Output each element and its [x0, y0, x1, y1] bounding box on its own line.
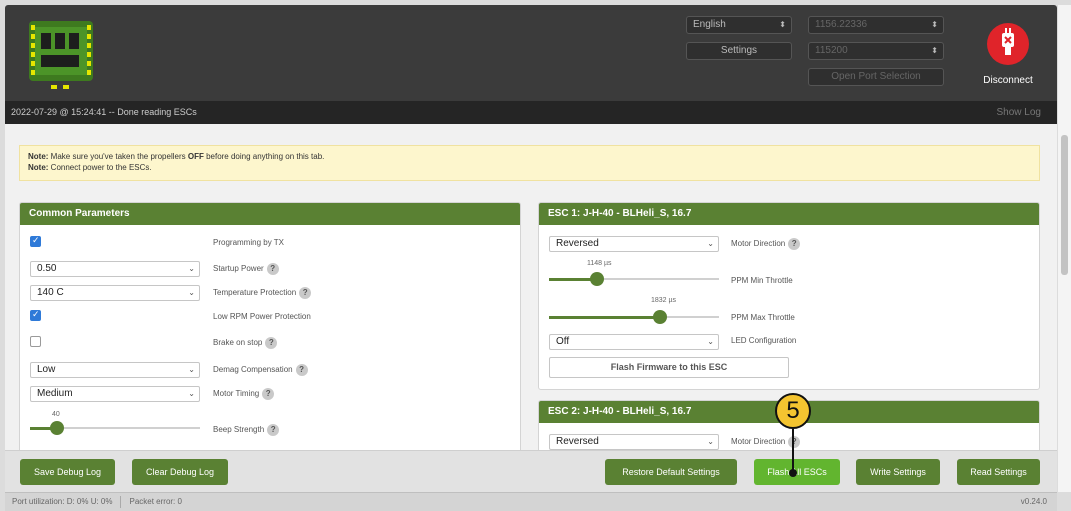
footer-toolbar: Save Debug Log Clear Debug Log Restore D… — [5, 450, 1057, 492]
port-select[interactable]: 1156.22336 ⬍ — [808, 16, 944, 34]
help-icon[interactable]: ? — [295, 364, 308, 376]
help-icon[interactable]: ? — [788, 238, 801, 250]
temperature-value: 140 C — [37, 287, 64, 298]
chevron-updown-icon: ⬍ — [931, 20, 938, 29]
chevron-down-icon: ⌄ — [188, 264, 195, 273]
help-icon[interactable]: ? — [262, 388, 275, 400]
divider — [120, 495, 122, 508]
scrollbar-thumb[interactable] — [1061, 135, 1068, 275]
settings-button[interactable]: Settings — [686, 42, 792, 60]
motor-timing-select[interactable]: Medium ⌄ — [30, 386, 200, 402]
port-value: 1156.22336 — [815, 19, 868, 30]
esc1-max-throttle-slider[interactable] — [652, 310, 667, 324]
chevron-down-icon: ⌄ — [188, 365, 195, 374]
annotation-step-badge: 5 — [775, 393, 811, 429]
programming-by-tx-label: Programming by TX — [213, 238, 284, 247]
annotation-pointer-dot — [789, 469, 797, 477]
show-log-link[interactable]: Show Log — [997, 101, 1041, 124]
esc1-title: ESC 1: J-H-40 - BLHeli_S, 16.7 — [539, 203, 1039, 225]
esc1-max-throttle-fill — [549, 316, 660, 319]
scrollbar[interactable] — [1058, 5, 1071, 492]
beep-strength-label: Beep Strength? — [213, 424, 280, 436]
language-value: English — [693, 19, 726, 30]
esc1-min-throttle-slider[interactable] — [589, 272, 604, 286]
esc1-min-throttle-label: PPM Min Throttle — [731, 276, 793, 285]
help-icon[interactable]: ? — [267, 424, 280, 436]
esc2-direction-value: Reversed — [556, 436, 599, 447]
esc1-led-config-select[interactable]: Off ⌄ — [549, 334, 719, 350]
esc1-panel: ESC 1: J-H-40 - BLHeli_S, 16.7 Reversed ⌄… — [538, 202, 1040, 390]
baud-select[interactable]: 115200 ⬍ — [808, 42, 944, 60]
esc2-motor-direction-label: Motor Direction? — [731, 436, 801, 448]
esc1-min-throttle-value: 1148 µs — [587, 260, 612, 267]
port-utilization: Port utilization: D: 0% U: 0% — [12, 497, 113, 506]
chevron-down-icon: ⌄ — [188, 389, 195, 398]
write-settings-button[interactable]: Write Settings — [856, 459, 940, 485]
disconnect-label: Disconnect — [983, 75, 1033, 86]
help-icon[interactable]: ? — [788, 436, 801, 448]
help-icon[interactable]: ? — [299, 287, 312, 299]
help-icon[interactable]: ? — [266, 263, 279, 275]
temperature-protection-select[interactable]: 140 C ⌄ — [30, 285, 200, 301]
chevron-down-icon: ⌄ — [707, 239, 714, 248]
esc1-direction-value: Reversed — [556, 238, 599, 249]
startup-power-label: Startup Power? — [213, 263, 279, 275]
language-select[interactable]: English ⬍ — [686, 16, 792, 34]
main-content: Note: Make sure you've taken the propell… — [5, 124, 1057, 450]
usb-disconnect-icon — [987, 23, 1029, 65]
programming-by-tx-checkbox[interactable] — [30, 235, 41, 247]
temperature-protection-label: Temperature Protection? — [213, 287, 312, 299]
common-parameters-panel: Common Parameters Programming by TX 0.50… — [19, 202, 521, 450]
esc1-max-throttle-label: PPM Max Throttle — [731, 313, 795, 322]
disconnect-button[interactable]: Disconnect — [977, 19, 1039, 99]
startup-power-select[interactable]: 0.50 ⌄ — [30, 261, 200, 277]
beep-strength-value: 40 — [52, 411, 60, 418]
chevron-down-icon: ⌄ — [707, 337, 714, 346]
low-rpm-protection-checkbox[interactable] — [30, 309, 41, 321]
esc1-motor-direction-label: Motor Direction? — [731, 238, 801, 250]
read-settings-button[interactable]: Read Settings — [957, 459, 1040, 485]
esc-configurator-logo — [29, 21, 93, 89]
demag-value: Low — [37, 364, 56, 375]
note-line-1: Note: Make sure you've taken the propell… — [28, 152, 325, 161]
common-parameters-title: Common Parameters — [20, 203, 520, 225]
baud-value: 115200 — [815, 45, 848, 56]
beep-strength-slider[interactable] — [50, 421, 64, 435]
log-message: 2022-07-29 @ 15:24:41 -- Done reading ES… — [11, 107, 197, 117]
save-debug-log-button[interactable]: Save Debug Log — [20, 459, 115, 485]
clear-debug-log-button[interactable]: Clear Debug Log — [132, 459, 228, 485]
version-label: v0.24.0 — [1020, 497, 1047, 506]
open-port-selection-button[interactable]: Open Port Selection — [808, 68, 944, 86]
esc1-max-throttle-value: 1832 µs — [651, 297, 677, 304]
demag-compensation-label: Demag Compensation? — [213, 364, 308, 376]
log-bar: 2022-07-29 @ 15:24:41 -- Done reading ES… — [5, 101, 1057, 124]
demag-compensation-select[interactable]: Low ⌄ — [30, 362, 200, 378]
esc2-motor-direction-select[interactable]: Reversed ⌄ — [549, 434, 719, 450]
flash-firmware-esc-button[interactable]: Flash Firmware to this ESC — [549, 357, 789, 378]
chevron-updown-icon: ⬍ — [779, 20, 786, 29]
note-box: Note: Make sure you've taken the propell… — [19, 145, 1040, 181]
status-bar: Port utilization: D: 0% U: 0% Packet erro… — [5, 492, 1057, 511]
note-line-2: Note: Connect power to the ESCs. — [28, 163, 152, 172]
motor-timing-label: Motor Timing? — [213, 388, 275, 400]
esc1-motor-direction-select[interactable]: Reversed ⌄ — [549, 236, 719, 252]
esc1-led-value: Off — [556, 336, 570, 347]
low-rpm-protection-label: Low RPM Power Protection — [213, 312, 311, 321]
brake-on-stop-label: Brake on stop? — [213, 337, 278, 349]
chevron-updown-icon: ⬍ — [931, 46, 938, 55]
restore-default-settings-button[interactable]: Restore Default Settings — [605, 459, 737, 485]
help-icon[interactable]: ? — [265, 337, 278, 349]
annotation-pointer-line — [792, 429, 794, 472]
flash-all-escs-button[interactable]: Flash All ESCs — [754, 459, 840, 485]
startup-power-value: 0.50 — [37, 263, 57, 274]
packet-error: Packet error: 0 — [129, 497, 182, 506]
chevron-down-icon: ⌄ — [188, 288, 195, 297]
app-header: English ⬍ Settings 1156.22336 ⬍ 115200 ⬍… — [5, 5, 1057, 101]
brake-on-stop-checkbox[interactable] — [30, 336, 41, 347]
chevron-down-icon: ⌄ — [707, 437, 714, 446]
motor-timing-value: Medium — [37, 388, 73, 399]
esc1-led-config-label: LED Configuration — [731, 336, 797, 345]
